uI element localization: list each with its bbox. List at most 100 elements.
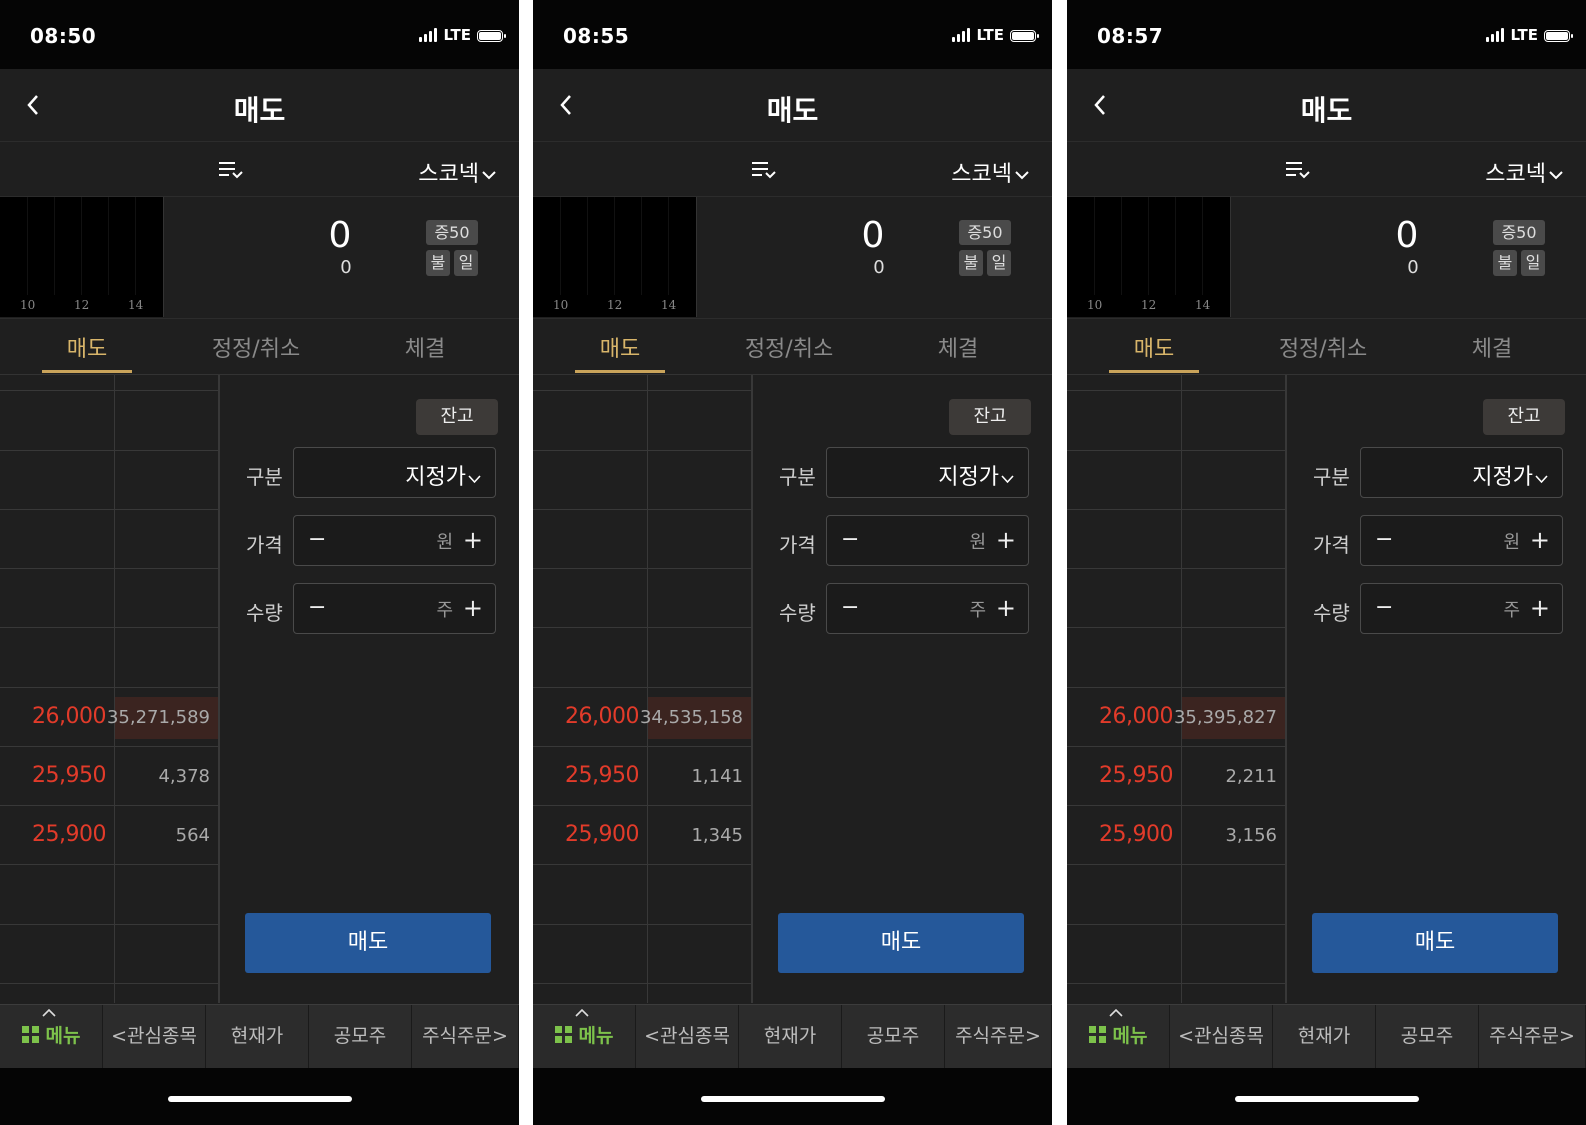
list-sort-icon[interactable] — [751, 160, 777, 180]
signal-icon — [419, 28, 438, 42]
stock-selector-bar: 스코넥 — [533, 142, 1052, 197]
mini-chart[interactable]: 10 12 14 — [0, 197, 164, 317]
nav-watchlist[interactable]: <관심종목 — [103, 1005, 206, 1068]
book-price[interactable]: 26,000 — [565, 704, 639, 729]
chart-tick: 12 — [74, 298, 90, 312]
quantity-decrease-button[interactable]: − — [1375, 595, 1393, 620]
price-decrease-button[interactable]: − — [1375, 527, 1393, 552]
book-price[interactable]: 25,950 — [565, 763, 639, 788]
status-time: 08:55 — [563, 24, 630, 48]
nav-stock-order[interactable]: 주식주문> — [412, 1005, 519, 1068]
quantity-input[interactable]: − 주 + — [1360, 583, 1563, 634]
home-indicator[interactable] — [1234, 1096, 1419, 1102]
tab-executed[interactable]: 체결 — [923, 331, 993, 363]
tab-sell[interactable]: 매도 — [42, 331, 132, 363]
order-type-select[interactable]: 지정가 — [1360, 447, 1563, 498]
balance-button[interactable]: 잔고 — [949, 399, 1031, 435]
stock-name-dropdown[interactable]: 스코넥 — [418, 156, 497, 188]
order-type-select[interactable]: 지정가 — [293, 447, 496, 498]
nav-stock-order[interactable]: 주식주문> — [1479, 1005, 1586, 1068]
nav-prev-icon[interactable]: < — [1178, 1025, 1194, 1047]
nav-ipo[interactable]: 공모주 — [1376, 1005, 1479, 1068]
nav-menu[interactable]: 메뉴 — [0, 1005, 103, 1068]
sell-button[interactable]: 매도 — [1312, 913, 1558, 973]
nav-menu[interactable]: 메뉴 — [1067, 1005, 1170, 1068]
home-indicator[interactable] — [700, 1096, 885, 1102]
nav-next-icon[interactable]: > — [1025, 1025, 1041, 1047]
book-price[interactable]: 25,900 — [565, 822, 639, 847]
balance-button[interactable]: 잔고 — [416, 399, 498, 435]
nav-current-price[interactable]: 현재가 — [206, 1005, 309, 1068]
stock-name: 스코넥 — [951, 162, 1012, 187]
sell-button[interactable]: 매도 — [245, 913, 491, 973]
quantity-decrease-button[interactable]: − — [308, 595, 326, 620]
stock-name-dropdown[interactable]: 스코넥 — [1485, 156, 1564, 188]
bottom-nav: 메뉴 <관심종목 현재가 공모주 주식주문> — [533, 1004, 1052, 1068]
price-decrease-button[interactable]: − — [308, 527, 326, 552]
quantity-increase-button[interactable]: + — [996, 594, 1016, 622]
nav-next-icon[interactable]: > — [1559, 1025, 1575, 1047]
nav-next-icon[interactable]: > — [492, 1025, 508, 1047]
nav-ipo[interactable]: 공모주 — [842, 1005, 945, 1068]
stock-name: 스코넥 — [418, 162, 479, 187]
nav-ipo[interactable]: 공모주 — [309, 1005, 412, 1068]
book-price[interactable]: 25,900 — [1099, 822, 1173, 847]
active-tab-indicator — [1109, 370, 1199, 373]
nav-prev-icon[interactable]: < — [644, 1025, 660, 1047]
price-input[interactable]: − 원 + — [1360, 515, 1563, 566]
tab-modify-cancel[interactable]: 정정/취소 — [1263, 331, 1383, 363]
chart-tick: 14 — [1195, 298, 1211, 312]
order-book: 26,000 34,535,158 25,950 1,141 25,900 1,… — [533, 375, 753, 1003]
header: 매도 — [0, 69, 519, 142]
tab-executed[interactable]: 체결 — [1457, 331, 1527, 363]
tab-sell[interactable]: 매도 — [575, 331, 665, 363]
quantity-input[interactable]: − 주 + — [826, 583, 1029, 634]
nav-menu[interactable]: 메뉴 — [533, 1005, 636, 1068]
book-price[interactable]: 26,000 — [32, 704, 106, 729]
status-icons: LTE — [952, 28, 1039, 43]
nav-current-price[interactable]: 현재가 — [1273, 1005, 1376, 1068]
quantity-decrease-button[interactable]: − — [841, 595, 859, 620]
bottom-nav: 메뉴 <관심종목 현재가 공모주 주식주문> — [1067, 1004, 1586, 1068]
home-indicator[interactable] — [167, 1096, 352, 1102]
mini-chart[interactable]: 10 12 14 — [533, 197, 697, 317]
book-quantity: 1,141 — [691, 766, 743, 787]
price-increase-button[interactable]: + — [996, 526, 1016, 554]
list-sort-icon[interactable] — [218, 160, 244, 180]
price-info: 10 12 14 0 0 증50 불 일 — [1067, 197, 1586, 319]
nav-current-price[interactable]: 현재가 — [739, 1005, 842, 1068]
mini-chart[interactable]: 10 12 14 — [1067, 197, 1231, 317]
tab-modify-cancel[interactable]: 정정/취소 — [729, 331, 849, 363]
balance-button[interactable]: 잔고 — [1483, 399, 1565, 435]
chevron-down-icon — [1015, 171, 1029, 180]
quantity-increase-button[interactable]: + — [463, 594, 483, 622]
tab-modify-cancel[interactable]: 정정/취소 — [196, 331, 316, 363]
price-label: 가격 — [246, 533, 283, 557]
book-price[interactable]: 25,900 — [32, 822, 106, 847]
book-price[interactable]: 25,950 — [32, 763, 106, 788]
list-sort-icon[interactable] — [1285, 160, 1311, 180]
price-input[interactable]: − 원 + — [293, 515, 496, 566]
quantity-input[interactable]: − 주 + — [293, 583, 496, 634]
tab-sell[interactable]: 매도 — [1109, 331, 1199, 363]
status-badge: 불 — [1493, 250, 1517, 276]
tab-executed[interactable]: 체결 — [390, 331, 460, 363]
order-type-select[interactable]: 지정가 — [826, 447, 1029, 498]
book-price[interactable]: 25,950 — [1099, 763, 1173, 788]
book-price[interactable]: 26,000 — [1099, 704, 1173, 729]
price-increase-button[interactable]: + — [1530, 526, 1550, 554]
price-input[interactable]: − 원 + — [826, 515, 1029, 566]
price-increase-button[interactable]: + — [463, 526, 483, 554]
sell-button[interactable]: 매도 — [778, 913, 1024, 973]
stock-name-dropdown[interactable]: 스코넥 — [951, 156, 1030, 188]
nav-watchlist[interactable]: <관심종목 — [1170, 1005, 1273, 1068]
order-type-label: 구분 — [246, 465, 283, 489]
margin-badge: 증50 — [959, 220, 1011, 245]
quantity-increase-button[interactable]: + — [1530, 594, 1550, 622]
price-decrease-button[interactable]: − — [841, 527, 859, 552]
stock-selector-bar: 스코넥 — [1067, 142, 1586, 197]
price-label: 가격 — [1313, 533, 1350, 557]
nav-stock-order[interactable]: 주식주문> — [945, 1005, 1052, 1068]
nav-prev-icon[interactable]: < — [111, 1025, 127, 1047]
nav-watchlist[interactable]: <관심종목 — [636, 1005, 739, 1068]
